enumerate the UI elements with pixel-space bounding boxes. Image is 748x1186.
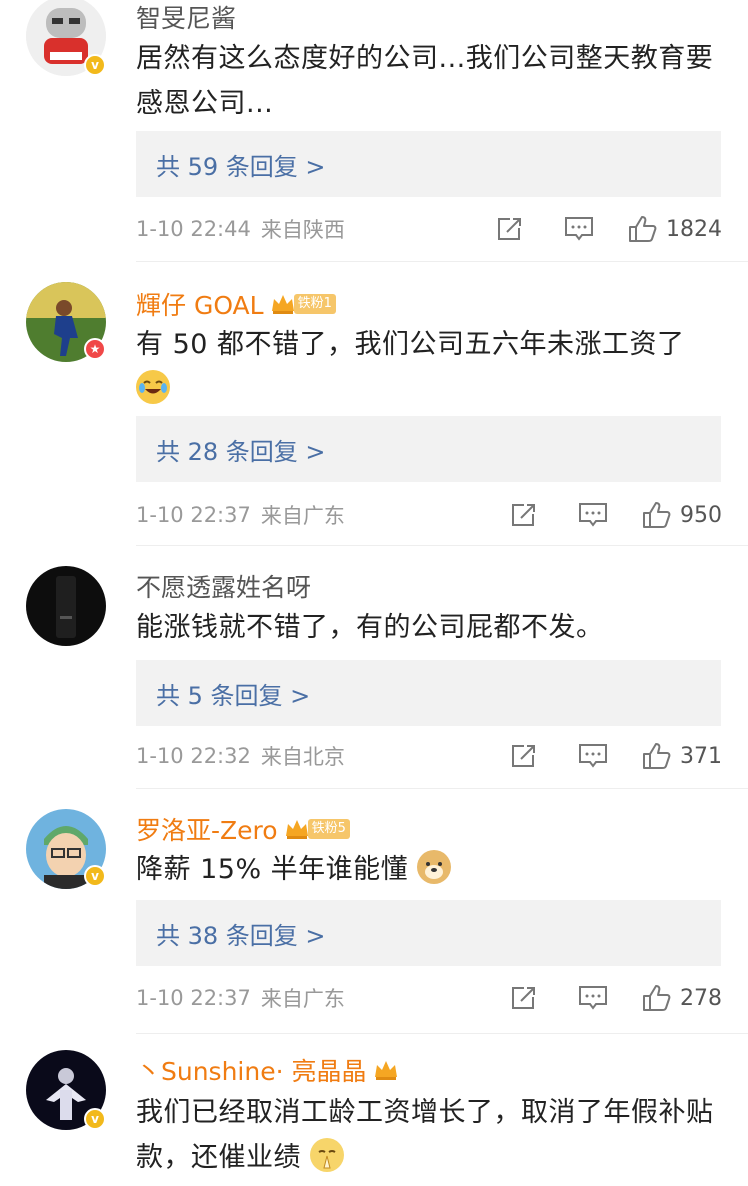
share-icon[interactable] [510, 743, 538, 769]
crown-icon [285, 820, 308, 839]
username-text[interactable]: 罗洛亚-Zero [136, 811, 278, 847]
username[interactable]: 丶Sunshine· 亮晶晶 [136, 1052, 399, 1088]
username[interactable]: 罗洛亚-Zero 铁粉5 [136, 811, 350, 847]
comment-text: 居然有这么态度好的公司...我们公司整天教育要感恩公司... [136, 43, 714, 119]
share-icon[interactable] [510, 985, 538, 1011]
comment-location: 来自陕西 [260, 218, 345, 242]
comment-text: 降薪 15% 半年谁能懂 [136, 847, 728, 892]
crown-icon [271, 295, 294, 314]
username[interactable]: 智旻尼酱 [136, 0, 236, 35]
share-icon[interactable] [510, 502, 538, 528]
like-count: 1824 [666, 216, 722, 242]
comment-text-body: 我们已经取消工龄工资增长了，取消了年假补贴款，还催业绩 [136, 1097, 714, 1173]
thumbs-up-icon [643, 743, 671, 769]
fan-badge: 铁粉5 [307, 819, 350, 839]
username-text[interactable]: 輝仔 GOAL [136, 286, 264, 322]
crown-icon [374, 1061, 397, 1080]
username[interactable]: 輝仔 GOAL 铁粉1 [136, 286, 336, 322]
comment-text-body: 降薪 15% 半年谁能懂 [136, 854, 409, 885]
comment-time: 1-10 22:44 [136, 217, 251, 241]
thumbs-up-icon [629, 216, 657, 242]
comment-icon[interactable] [578, 743, 608, 769]
username[interactable]: 不愿透露姓名呀 [136, 568, 311, 604]
replies-button[interactable]: 共 28 条回复 > [136, 416, 721, 482]
like-button[interactable]: 1824 [628, 215, 722, 243]
comment-meta: 1-10 22:37 来自广东 950 [136, 497, 722, 533]
pray-emoji-icon [310, 1138, 345, 1172]
comment-item: v 罗洛亚-Zero 铁粉5 降薪 15% 半年谁能懂 共 38 条回复 > 1… [0, 789, 748, 1034]
like-count: 278 [680, 985, 722, 1011]
doge-emoji-icon [417, 850, 452, 884]
member-icon: ★ [84, 338, 106, 360]
comment-meta: 1-10 22:32 来自北京 371 [136, 738, 722, 774]
username-text[interactable]: 智旻尼酱 [136, 0, 236, 35]
comment-time: 1-10 22:37 [136, 986, 251, 1010]
comment-icon[interactable] [564, 216, 594, 242]
replies-button[interactable]: 共 59 条回复 > [136, 131, 721, 197]
comment-text: 有 50 都不错了，我们公司五六年未涨工资了 [136, 322, 728, 412]
replies-button[interactable]: 共 5 条回复 > [136, 660, 721, 726]
verified-icon: v [84, 865, 106, 887]
comment-item: 不愿透露姓名呀 能涨钱就不错了，有的公司屁都不发。 共 5 条回复 > 1-10… [0, 546, 748, 789]
verified-icon: v [84, 54, 106, 76]
comment-time: 1-10 22:37 [136, 503, 251, 527]
comment-item: ★ 輝仔 GOAL 铁粉1 有 50 都不错了，我们公司五六年未涨工资了 共 2… [0, 262, 748, 546]
share-icon[interactable] [496, 216, 524, 242]
thumbs-up-icon [643, 502, 671, 528]
replies-button[interactable]: 共 38 条回复 > [136, 900, 721, 966]
comment-icon[interactable] [578, 985, 608, 1011]
comment-location: 来自广东 [260, 987, 345, 1011]
verified-icon: v [84, 1108, 106, 1130]
comment-location: 来自广东 [260, 504, 345, 528]
comment-text: 我们已经取消工龄工资增长了，取消了年假补贴款，还催业绩 [136, 1090, 728, 1180]
like-button[interactable]: 950 [642, 501, 722, 529]
comment-icon[interactable] [578, 502, 608, 528]
comment-item: v 丶Sunshine· 亮晶晶 我们已经取消工龄工资增长了，取消了年假补贴款，… [0, 1034, 748, 1173]
thumbs-up-icon [643, 985, 671, 1011]
comment-meta: 1-10 22:37 来自广东 278 [136, 980, 722, 1016]
comment-item: v 智旻尼酱 居然有这么态度好的公司...我们公司整天教育要感恩公司... 共 … [0, 0, 748, 262]
fan-badge: 铁粉1 [293, 294, 336, 314]
like-button[interactable]: 278 [642, 984, 722, 1012]
like-count: 371 [680, 743, 722, 769]
username-text[interactable]: 不愿透露姓名呀 [136, 568, 311, 604]
comment-meta: 1-10 22:44 来自陕西 1824 [136, 211, 722, 247]
comment-time: 1-10 22:32 [136, 744, 251, 768]
like-button[interactable]: 371 [642, 742, 722, 770]
like-count: 950 [680, 502, 722, 528]
laughing-crying-emoji-icon [136, 370, 170, 404]
comment-location: 来自北京 [260, 745, 345, 769]
username-text[interactable]: 丶Sunshine· 亮晶晶 [136, 1052, 367, 1088]
comment-text: 能涨钱就不错了，有的公司屁都不发。 [136, 612, 604, 643]
comment-text-body: 有 50 都不错了，我们公司五六年未涨工资了 [136, 329, 685, 360]
avatar[interactable] [26, 566, 106, 646]
